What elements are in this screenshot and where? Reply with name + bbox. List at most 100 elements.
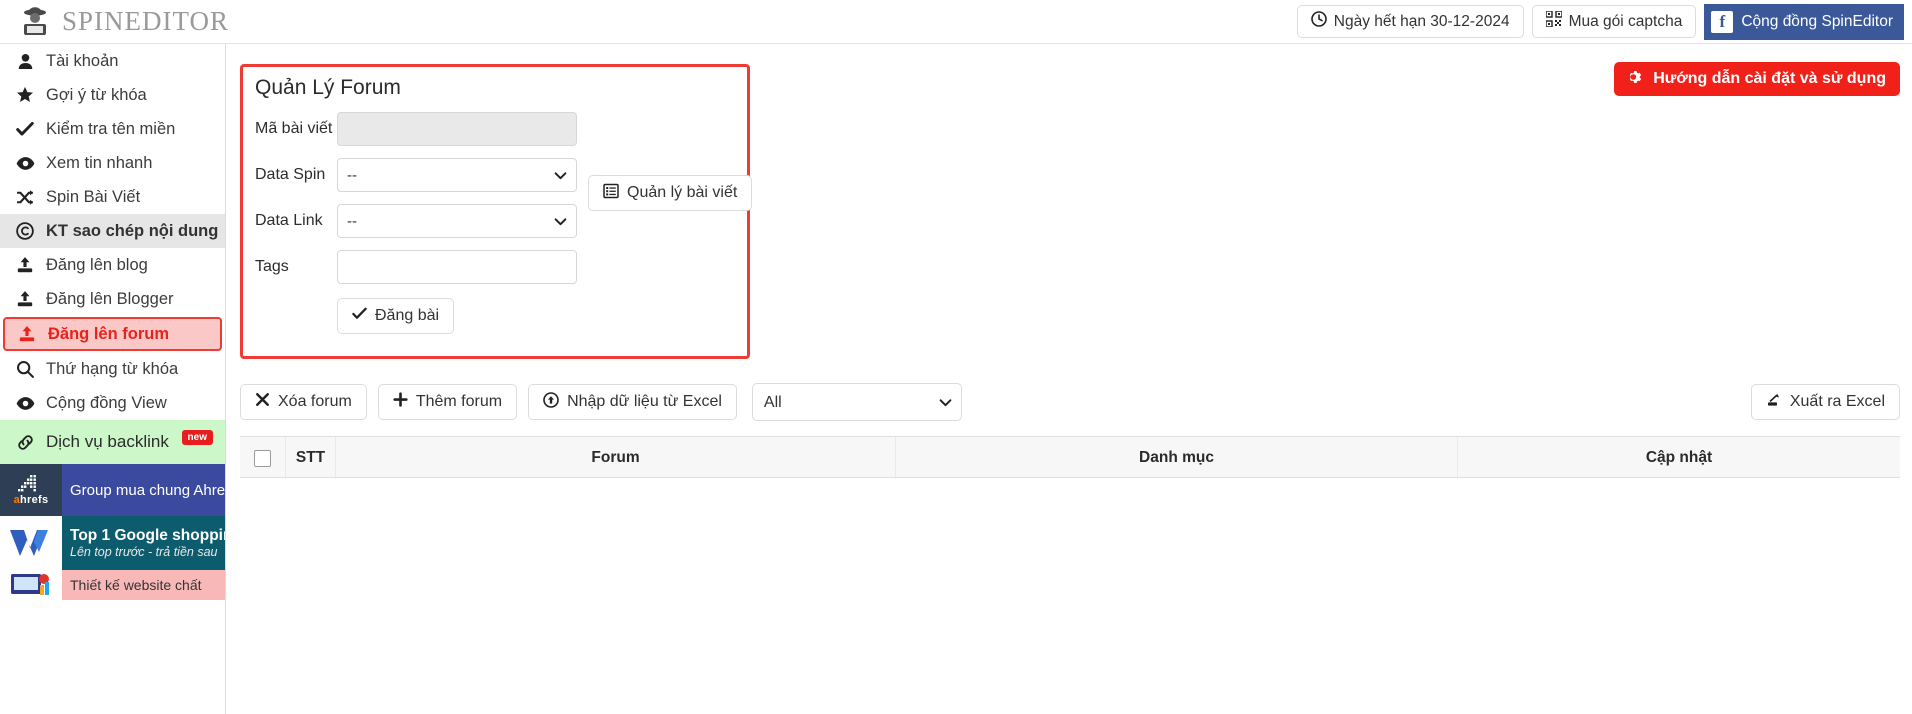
qrcode-icon [1544, 10, 1563, 32]
times-icon [255, 392, 270, 412]
select-all-cell [240, 437, 286, 479]
promo-ahrefs-body: Group mua chung Ahrefs [62, 464, 225, 516]
buy-captcha-label: Mua gói captcha [1568, 12, 1683, 30]
expiry-date-label: Ngày hết hạn 30-12-2024 [1333, 12, 1510, 30]
search-icon [10, 360, 40, 378]
field-row-ma-bai-viet: Mã bài viết [255, 112, 747, 146]
select-all-checkbox[interactable] [254, 449, 271, 467]
sidebar-item-label: Xem tin nhanh [46, 153, 153, 172]
brand: SPINEDITOR [18, 5, 229, 39]
ahrefs-wordmark: ahrefs [13, 494, 49, 506]
file-export-icon [1766, 392, 1782, 413]
sidebar-item-xem-tin-nhanh[interactable]: Xem tin nhanh [0, 146, 225, 180]
export-excel-button[interactable]: Xuất ra Excel [1750, 384, 1900, 420]
promo-ahrefs[interactable]: ahrefs Group mua chung Ahrefs [0, 464, 225, 516]
main-content: Hướng dẫn cài đặt và sử dụng Quản Lý For… [226, 44, 1912, 714]
category-filter-select[interactable]: All [751, 383, 962, 421]
facebook-community-label: Cộng đồng SpinEditor [1741, 12, 1893, 30]
sidebar-item-dang-len-blog[interactable]: Đăng lên blog [0, 248, 225, 282]
sidebar-item-dich-vu-backlink[interactable]: Dịch vụ backlink new [0, 420, 225, 464]
sidebar-item-goi-y-tu-khoa[interactable]: Gợi ý từ khóa [0, 78, 225, 112]
delete-forum-button[interactable]: Xóa forum [240, 384, 367, 420]
shuffle-icon [10, 189, 40, 206]
list-alt-icon [603, 183, 619, 204]
sidebar-item-dang-len-blogger[interactable]: Đăng lên Blogger [0, 282, 225, 316]
sidebar-item-tai-khoan[interactable]: Tài khoản [0, 44, 225, 78]
sidebar-item-label: Dịch vụ backlink [46, 432, 169, 451]
sidebar-item-label: Đăng lên Blogger [46, 289, 174, 308]
brand-title: SPINEDITOR [62, 6, 230, 36]
data-link-select[interactable]: -- [337, 204, 577, 238]
submit-post-button[interactable]: Đăng bài [337, 298, 455, 334]
upload-icon [10, 290, 40, 308]
forum-toolbar: Xóa forum Thêm forum Nhập dữ liệu từ Exc… [240, 382, 1900, 422]
sidebar-item-label: Gợi ý từ khóa [46, 85, 147, 104]
column-header-stt: STT [286, 437, 336, 479]
user-icon [10, 53, 40, 70]
column-header-danh-muc: Danh mục [896, 437, 1458, 479]
sidebar-item-dang-len-forum[interactable]: Đăng lên forum [3, 317, 222, 351]
promo-google-shopping[interactable]: Top 1 Google shopping Lên top trước - tr… [0, 516, 225, 570]
import-excel-label: Nhập dữ liệu từ Excel [567, 393, 722, 410]
panel-title: Quản Lý Forum [255, 76, 401, 99]
check-icon [10, 120, 40, 138]
arrow-circle-up-icon [543, 391, 559, 413]
sidebar-item-kt-sao-chep-noi-dung[interactable]: KT sao chép nội dung [0, 214, 225, 248]
guide-button[interactable]: Hướng dẫn cài đặt và sử dụng [1614, 62, 1900, 96]
promo-title: Top 1 Google shopping [70, 527, 225, 544]
facebook-community-button[interactable]: f Cộng đồng SpinEditor [1704, 3, 1904, 40]
promo-website-design[interactable]: Thiết kế website chất [0, 570, 225, 600]
field-label: Tags [255, 258, 289, 275]
new-badge: new [181, 429, 213, 445]
sidebar-item-label: Kiểm tra tên miền [46, 119, 176, 138]
field-label: Data Link [255, 212, 323, 229]
guide-button-label: Hướng dẫn cài đặt và sử dụng [1653, 70, 1886, 87]
table-header-row: STT Forum Danh mục Cập nhật [240, 436, 1900, 479]
promo-shopping-body: Top 1 Google shopping Lên top trước - tr… [62, 516, 225, 570]
export-excel-label: Xuất ra Excel [1789, 393, 1885, 410]
add-forum-button[interactable]: Thêm forum [377, 384, 518, 420]
sidebar-item-label: Đăng lên forum [48, 324, 170, 343]
filter-select-wrapper: All [751, 383, 962, 421]
eye-icon [10, 154, 40, 173]
ahrefs-logo-icon: ahrefs [0, 464, 62, 516]
sidebar-item-spin-bai-viet[interactable]: Spin Bài Viết [0, 180, 225, 214]
column-header-forum: Forum [336, 437, 896, 479]
spy-logo-icon [18, 5, 52, 39]
sidebar-item-label: Đăng lên blog [46, 255, 148, 274]
top-header-bar: SPINEDITOR Ngày hết hạn 30-12-2024 Mua g… [0, 0, 1912, 44]
facebook-icon: f [1711, 10, 1734, 33]
import-excel-button[interactable]: Nhập dữ liệu từ Excel [528, 384, 737, 420]
promo-website-body: Thiết kế website chất [62, 570, 225, 600]
promo-title: Group mua chung Ahrefs [70, 481, 225, 499]
upload-icon [10, 256, 40, 274]
promo-title: Thiết kế website chất [70, 577, 202, 593]
sidebar-item-label: Spin Bài Viết [46, 187, 141, 206]
star-icon [10, 86, 40, 104]
post-code-input[interactable] [337, 112, 577, 146]
website-design-icon [0, 570, 62, 600]
buy-captcha-button[interactable]: Mua gói captcha [1531, 5, 1697, 38]
sidebar-item-label: KT sao chép nội dung [46, 221, 219, 240]
expiry-date-button[interactable]: Ngày hết hạn 30-12-2024 [1296, 5, 1524, 38]
copyright-icon [10, 222, 40, 240]
link-icon [10, 433, 40, 452]
shopping-logo-icon [0, 516, 62, 570]
sidebar-item-thu-hang-tu-khoa[interactable]: Thứ hạng từ khóa [0, 352, 225, 386]
sidebar-item-kiem-tra-ten-mien[interactable]: Kiểm tra tên miền [0, 112, 225, 146]
manage-post-button[interactable]: Quản lý bài viết [588, 175, 753, 211]
field-row-tags: Tags [255, 250, 747, 284]
upload-icon [12, 325, 42, 343]
manage-post-label: Quản lý bài viết [627, 184, 738, 201]
sidebar-item-cong-dong-view[interactable]: Cộng đồng View [0, 386, 225, 420]
topbar-actions: Ngày hết hạn 30-12-2024 Mua gói captcha … [1296, 3, 1904, 40]
tags-input[interactable] [337, 250, 577, 284]
data-spin-select[interactable]: -- [337, 158, 577, 192]
field-label: Data Spin [255, 166, 326, 183]
field-label: Mã bài viết [255, 120, 333, 137]
sidebar-item-label: Tài khoản [46, 51, 119, 70]
eye-icon [10, 394, 40, 413]
forum-management-panel: Quản Lý Forum Mã bài viết Data Spin -- D… [240, 64, 753, 359]
check-icon [352, 306, 367, 326]
gear-icon [1628, 69, 1644, 90]
